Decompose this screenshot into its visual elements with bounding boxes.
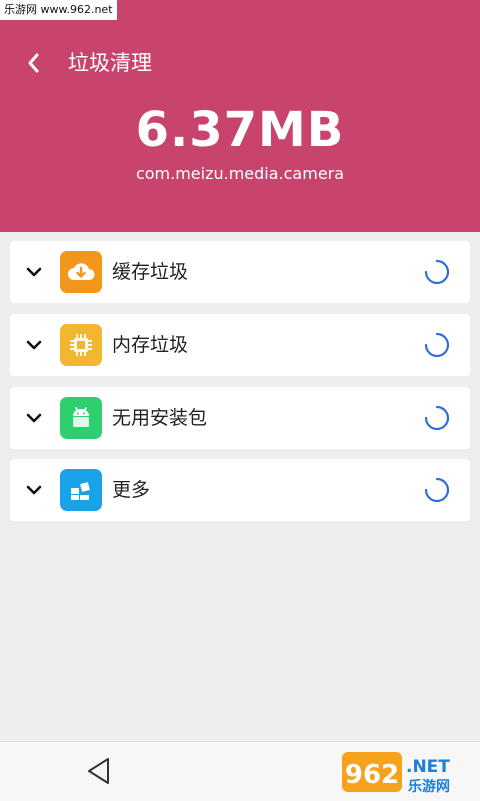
logo-subtitle: 乐游网 xyxy=(408,778,450,795)
loading-spinner-icon xyxy=(424,477,450,503)
962-net-logo: 962 .NET 乐游网 xyxy=(342,752,450,795)
list-item-more[interactable]: 更多 xyxy=(10,459,470,521)
header: 乐游网 www.962.net 垃圾清理 6.37MB com.meizu.me… xyxy=(0,0,480,232)
item-label: 缓存垃圾 xyxy=(112,261,189,283)
cloud-download-icon xyxy=(60,251,102,293)
android-icon xyxy=(60,397,102,439)
loading-spinner-icon xyxy=(424,259,450,285)
item-label: 内存垃圾 xyxy=(112,334,189,356)
loading-spinner-icon xyxy=(424,332,450,358)
nav-back-icon[interactable] xyxy=(84,756,114,786)
list-item-unused-packages[interactable]: 无用安装包 xyxy=(10,387,470,449)
package-name: com.meizu.media.camera xyxy=(135,164,345,183)
logo-number: 962 xyxy=(345,760,399,790)
chevron-down-icon xyxy=(26,485,42,495)
watermark-text: 乐游网 www.962.net xyxy=(0,0,117,20)
item-label: 更多 xyxy=(112,479,151,501)
logo-suffix: .NET xyxy=(406,757,450,777)
back-button[interactable] xyxy=(18,46,48,80)
junk-size: 6.37MB xyxy=(135,102,345,158)
item-label: 无用安装包 xyxy=(112,407,208,429)
chevron-down-icon xyxy=(26,413,42,423)
chip-icon xyxy=(60,324,102,366)
chevron-left-icon xyxy=(28,53,39,73)
page-title: 垃圾清理 xyxy=(68,51,152,75)
loading-spinner-icon xyxy=(424,405,450,431)
grid-icon xyxy=(60,469,102,511)
list-item-cache-junk[interactable]: 缓存垃圾 xyxy=(10,241,470,303)
chevron-down-icon xyxy=(26,340,42,350)
list-item-memory-junk[interactable]: 内存垃圾 xyxy=(10,314,470,376)
chevron-down-icon xyxy=(26,267,42,277)
